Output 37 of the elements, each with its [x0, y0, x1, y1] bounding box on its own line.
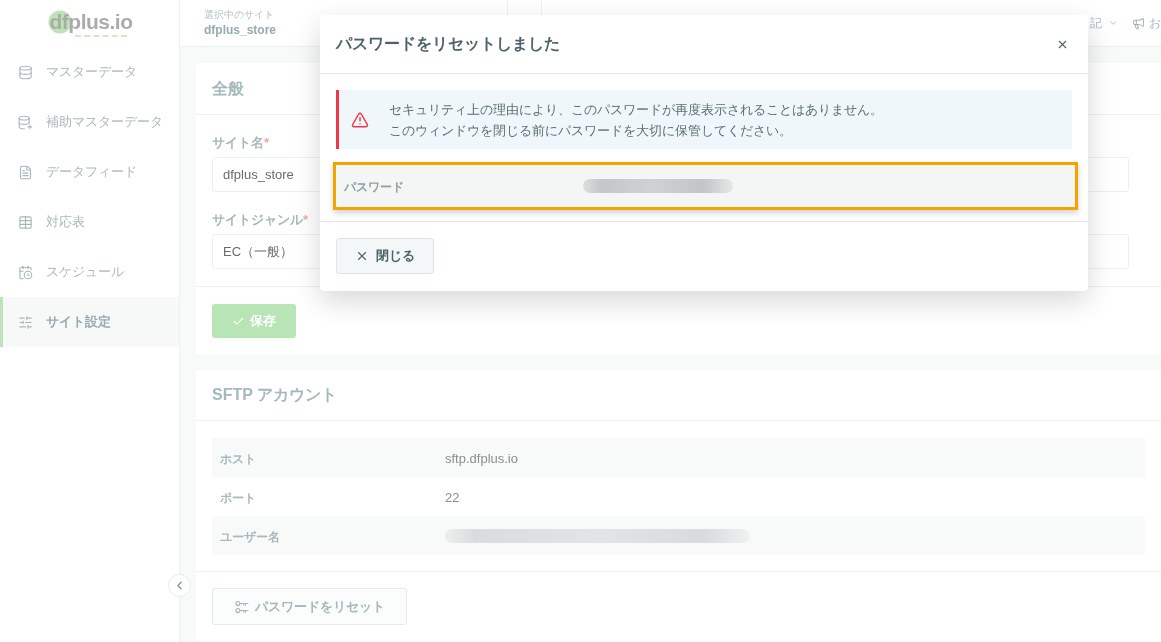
database-plus-icon — [18, 114, 33, 130]
row-value: sftp.dfplus.io — [445, 450, 518, 466]
calendar-clock-icon — [18, 264, 33, 280]
table-icon — [18, 214, 33, 230]
row-label: ポート — [220, 490, 256, 505]
card-title: SFTP アカウント — [212, 385, 338, 405]
close-icon — [355, 249, 369, 263]
warning-icon — [351, 110, 369, 129]
sidebar-item[interactable]: 補助マスターデータ — [0, 97, 179, 147]
card-title: 全般 — [212, 78, 244, 99]
save-button[interactable]: 保存 — [212, 304, 296, 338]
notice-button[interactable]: お — [1132, 14, 1161, 32]
row-label: ユーザー名 — [220, 529, 280, 544]
keys-icon — [234, 599, 249, 614]
logo-underline — [74, 35, 127, 37]
alert-message: セキュリティ上の理由により、このパスワードが再度表示されることはありません。 このウィンドウを閉じる前にパスワードを大切に保管してください。 — [389, 100, 883, 140]
field-label: サイトジャンル* — [212, 211, 309, 229]
database-icon — [18, 64, 33, 80]
site-name[interactable]: dfplus_store — [204, 22, 276, 38]
row-value: 22 — [445, 489, 460, 505]
close-dialog-button[interactable]: 閉じる — [336, 238, 434, 274]
sidebar-item[interactable]: 対応表 — [0, 197, 179, 247]
sidebar-item[interactable]: スケジュール — [0, 247, 179, 297]
dialog-title: パスワードをリセットしました — [336, 34, 560, 54]
sidebar-item[interactable]: サイト設定 — [0, 297, 179, 347]
sidebar-item[interactable]: マスターデータ — [0, 47, 179, 97]
sliders-icon — [18, 314, 33, 330]
site-caption: 選択中のサイト — [204, 8, 274, 22]
reset-password-button[interactable]: パスワードをリセット — [212, 588, 407, 625]
password-label: パスワード — [344, 180, 404, 194]
field-label: サイト名* — [212, 134, 270, 152]
document-icon — [18, 164, 33, 180]
header-menu-button[interactable]: 記 — [1090, 14, 1118, 32]
megaphone-icon — [1132, 16, 1145, 30]
sidebar-item[interactable]: データフィード — [0, 147, 179, 197]
row-label: ホスト — [220, 451, 256, 466]
chevron-down-icon — [1108, 18, 1118, 28]
